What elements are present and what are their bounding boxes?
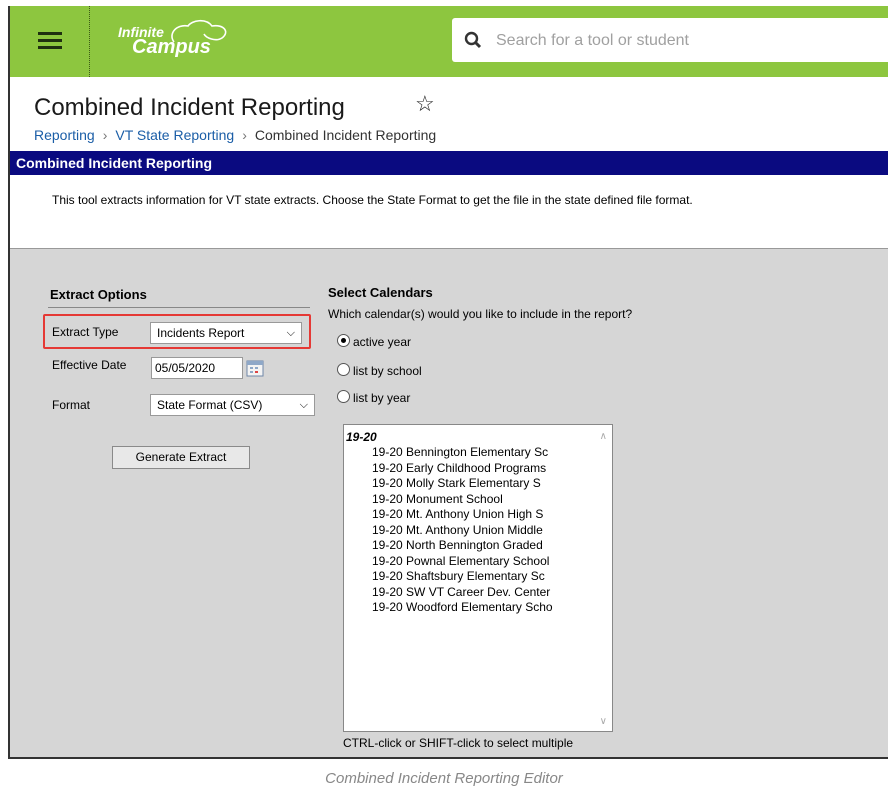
breadcrumb-reporting[interactable]: Reporting	[34, 127, 95, 143]
favorite-star-icon[interactable]: ☆	[415, 91, 435, 117]
breadcrumb-current: Combined Incident Reporting	[254, 127, 437, 143]
page-header: Combined Incident Reporting ☆ Reporting ›…	[10, 77, 888, 151]
format-label: Format	[52, 398, 91, 412]
generate-extract-button[interactable]: Generate Extract	[112, 446, 250, 469]
list-item[interactable]: 19-20 Monument School	[372, 492, 553, 508]
section-title-bar: Combined Incident Reporting	[10, 151, 888, 175]
list-item[interactable]: 19-20 Woodford Elementary Scho	[372, 600, 553, 616]
radio-list-by-school[interactable]	[337, 363, 350, 376]
logo-swoosh-icon	[171, 19, 227, 43]
list-item[interactable]: 19-20 Bennington Elementary Sc	[372, 445, 553, 461]
multi-select-hint: CTRL-click or SHIFT-click to select mult…	[343, 736, 574, 750]
search-box[interactable]: Search for a tool or student	[452, 18, 888, 62]
calendars-question: Which calendar(s) would you like to incl…	[328, 307, 633, 321]
breadcrumb-vt-state-reporting[interactable]: VT State Reporting	[115, 127, 234, 143]
radio-list-by-year[interactable]	[337, 390, 350, 403]
list-item[interactable]: 19-20 Early Childhood Programs	[372, 461, 553, 477]
format-select[interactable]: State Format (CSV) ⌵	[150, 394, 315, 416]
effective-date-label: Effective Date	[52, 358, 127, 372]
list-item[interactable]: 19-20 SW VT Career Dev. Center	[372, 585, 553, 601]
effective-date-input[interactable]: 05/05/2020	[151, 357, 243, 379]
calendar-items: 19-20 Bennington Elementary Sc 19-20 Ear…	[372, 445, 553, 616]
list-item[interactable]: 19-20 Mt. Anthony Union Middle	[372, 523, 553, 539]
scroll-up-icon[interactable]: ∧	[600, 431, 607, 442]
calendar-group-label: 19-20	[346, 430, 377, 444]
search-icon	[464, 31, 482, 49]
search-input[interactable]: Search for a tool or student	[496, 32, 689, 50]
extract-options-heading: Extract Options	[50, 287, 147, 302]
list-item[interactable]: 19-20 Molly Stark Elementary S	[372, 476, 553, 492]
radio-active-year[interactable]	[337, 334, 350, 347]
radio-label-list-by-school: list by school	[353, 364, 422, 378]
chevron-down-icon: ⌵	[299, 399, 308, 411]
scroll-down-icon[interactable]: ∨	[600, 716, 607, 727]
radio-label-list-by-year: list by year	[353, 391, 411, 405]
calendar-icon[interactable]	[246, 359, 264, 377]
extract-type-select[interactable]: Incidents Report ⌵	[150, 322, 302, 344]
select-calendars-heading: Select Calendars	[328, 285, 433, 300]
breadcrumb: Reporting › VT State Reporting › Combined In…	[34, 127, 437, 143]
extract-type-label: Extract Type	[52, 325, 119, 339]
list-item[interactable]: 19-20 North Bennington Graded	[372, 538, 553, 554]
hamburger-icon	[38, 32, 62, 35]
list-item[interactable]: 19-20 Shaftsbury Elementary Sc	[372, 569, 553, 585]
menu-button[interactable]	[10, 6, 90, 77]
divider	[48, 307, 310, 308]
figure-caption: Combined Incident Reporting Editor	[325, 770, 563, 787]
chevron-down-icon: ⌵	[286, 327, 295, 339]
list-item[interactable]: 19-20 Mt. Anthony Union High S	[372, 507, 553, 523]
page-title: Combined Incident Reporting	[34, 94, 345, 121]
calendar-list[interactable]: 19-20 19-20 Bennington Elementary Sc 19-…	[343, 424, 613, 732]
list-item[interactable]: 19-20 Pownal Elementary School	[372, 554, 553, 570]
app-frame: Infinite Campus Search for a tool or stu…	[8, 6, 888, 759]
top-bar: Infinite Campus Search for a tool or stu…	[10, 6, 888, 77]
tool-description: This tool extracts information for VT st…	[10, 175, 888, 249]
radio-label-active-year: active year	[353, 335, 412, 349]
